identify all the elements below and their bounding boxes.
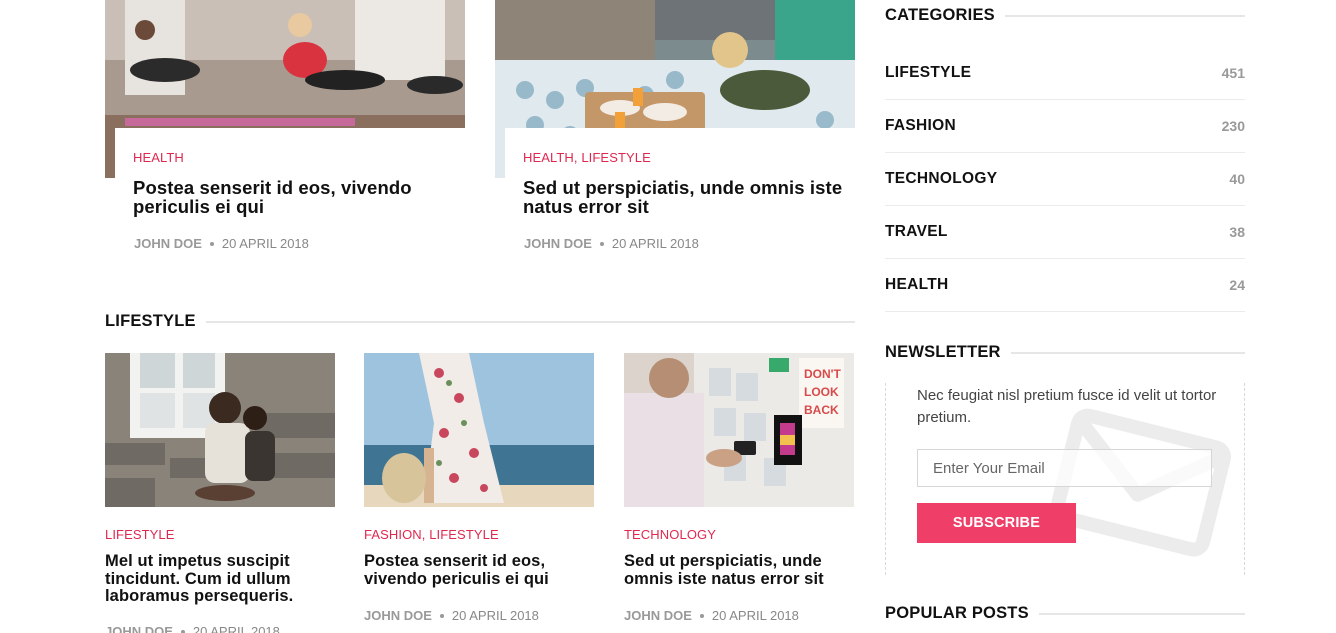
- popular-posts-heading: POPULAR POSTS: [885, 604, 1245, 623]
- category-item-technology[interactable]: TECHNOLOGY 40: [885, 153, 1245, 206]
- category-count: 40: [1229, 171, 1245, 187]
- category-name[interactable]: FASHION: [885, 117, 956, 135]
- post-category[interactable]: HEALTH: [133, 150, 465, 165]
- post-image[interactable]: DON'T LOOK BACK: [624, 353, 854, 507]
- post-title[interactable]: Sed ut perspiciatis, unde omnis iste nat…: [624, 552, 856, 588]
- post-card-body: HEALTH, LIFESTYLE Sed ut perspiciatis, u…: [505, 128, 855, 278]
- post-image[interactable]: [364, 353, 594, 507]
- category-name[interactable]: TECHNOLOGY: [885, 170, 997, 188]
- post-meta: JOHN DOE 20 APRIL 2018: [105, 624, 280, 633]
- post-category[interactable]: LIFESTYLE: [105, 527, 175, 542]
- separator-dot: [439, 613, 444, 618]
- category-item-lifestyle[interactable]: LIFESTYLE 451: [885, 47, 1245, 100]
- heading-divider: [1010, 351, 1245, 354]
- subscribe-button[interactable]: SUBSCRIBE: [917, 503, 1076, 543]
- category-item-travel[interactable]: TRAVEL 38: [885, 206, 1245, 259]
- post-author[interactable]: JOHN DOE: [624, 608, 692, 623]
- heading-divider: [1004, 14, 1245, 17]
- post-title[interactable]: Mel ut impetus suscipit tincidunt. Cum i…: [105, 552, 337, 606]
- category-count: 230: [1221, 118, 1245, 134]
- category-count: 451: [1221, 65, 1245, 81]
- lifestyle-heading: LIFESTYLE: [105, 312, 855, 331]
- post-date: 20 APRIL 2018: [611, 236, 699, 251]
- svg-text:LOOK: LOOK: [804, 385, 839, 399]
- post-author[interactable]: JOHN DOE: [105, 624, 173, 633]
- post-meta: JOHN DOE 20 APRIL 2018: [364, 608, 539, 623]
- post-image[interactable]: [105, 353, 335, 507]
- svg-text:DON'T: DON'T: [804, 367, 842, 381]
- post-date: 20 APRIL 2018: [711, 608, 799, 623]
- post-author[interactable]: JOHN DOE: [134, 236, 202, 251]
- post-title[interactable]: Postea senserit id eos, vivendo periculi…: [364, 552, 596, 588]
- post-date: 20 APRIL 2018: [221, 236, 309, 251]
- category-count: 24: [1229, 277, 1245, 293]
- post-author[interactable]: JOHN DOE: [524, 236, 592, 251]
- newsletter-heading: NEWSLETTER: [885, 343, 1245, 362]
- heading-divider: [205, 320, 855, 323]
- section-title: LIFESTYLE: [105, 312, 196, 330]
- post-title[interactable]: Postea senserit id eos, vivendo periculi…: [133, 178, 465, 216]
- category-name[interactable]: LIFESTYLE: [885, 64, 971, 82]
- separator-dot: [599, 241, 604, 246]
- svg-text:BACK: BACK: [804, 403, 839, 417]
- post-author[interactable]: JOHN DOE: [364, 608, 432, 623]
- category-name[interactable]: TRAVEL: [885, 223, 948, 241]
- post-meta: JOHN DOE 20 APRIL 2018: [134, 236, 309, 251]
- section-title: NEWSLETTER: [885, 343, 1001, 361]
- post-meta: JOHN DOE 20 APRIL 2018: [524, 236, 699, 251]
- category-name[interactable]: HEALTH: [885, 276, 949, 294]
- separator-dot: [699, 613, 704, 618]
- post-category[interactable]: TECHNOLOGY: [624, 527, 716, 542]
- heading-divider: [1038, 612, 1245, 615]
- post-category[interactable]: FASHION, LIFESTYLE: [364, 527, 499, 542]
- post-title[interactable]: Sed ut perspiciatis, unde omnis iste nat…: [523, 178, 855, 216]
- category-item-health[interactable]: HEALTH 24: [885, 259, 1245, 312]
- categories-heading: CATEGORIES: [885, 6, 1245, 25]
- post-category[interactable]: HEALTH, LIFESTYLE: [523, 150, 855, 165]
- post-meta: JOHN DOE 20 APRIL 2018: [624, 608, 799, 623]
- post-date: 20 APRIL 2018: [192, 624, 280, 633]
- separator-dot: [209, 241, 214, 246]
- section-title: POPULAR POSTS: [885, 604, 1029, 622]
- separator-dot: [180, 629, 185, 633]
- category-item-fashion[interactable]: FASHION 230: [885, 100, 1245, 153]
- post-card-body: HEALTH Postea senserit id eos, vivendo p…: [115, 128, 465, 278]
- category-count: 38: [1229, 224, 1245, 240]
- section-title: CATEGORIES: [885, 6, 995, 24]
- newsletter-text: Nec feugiat nisl pretium fusce id velit …: [917, 387, 1217, 426]
- post-date: 20 APRIL 2018: [451, 608, 539, 623]
- email-field[interactable]: [917, 449, 1212, 487]
